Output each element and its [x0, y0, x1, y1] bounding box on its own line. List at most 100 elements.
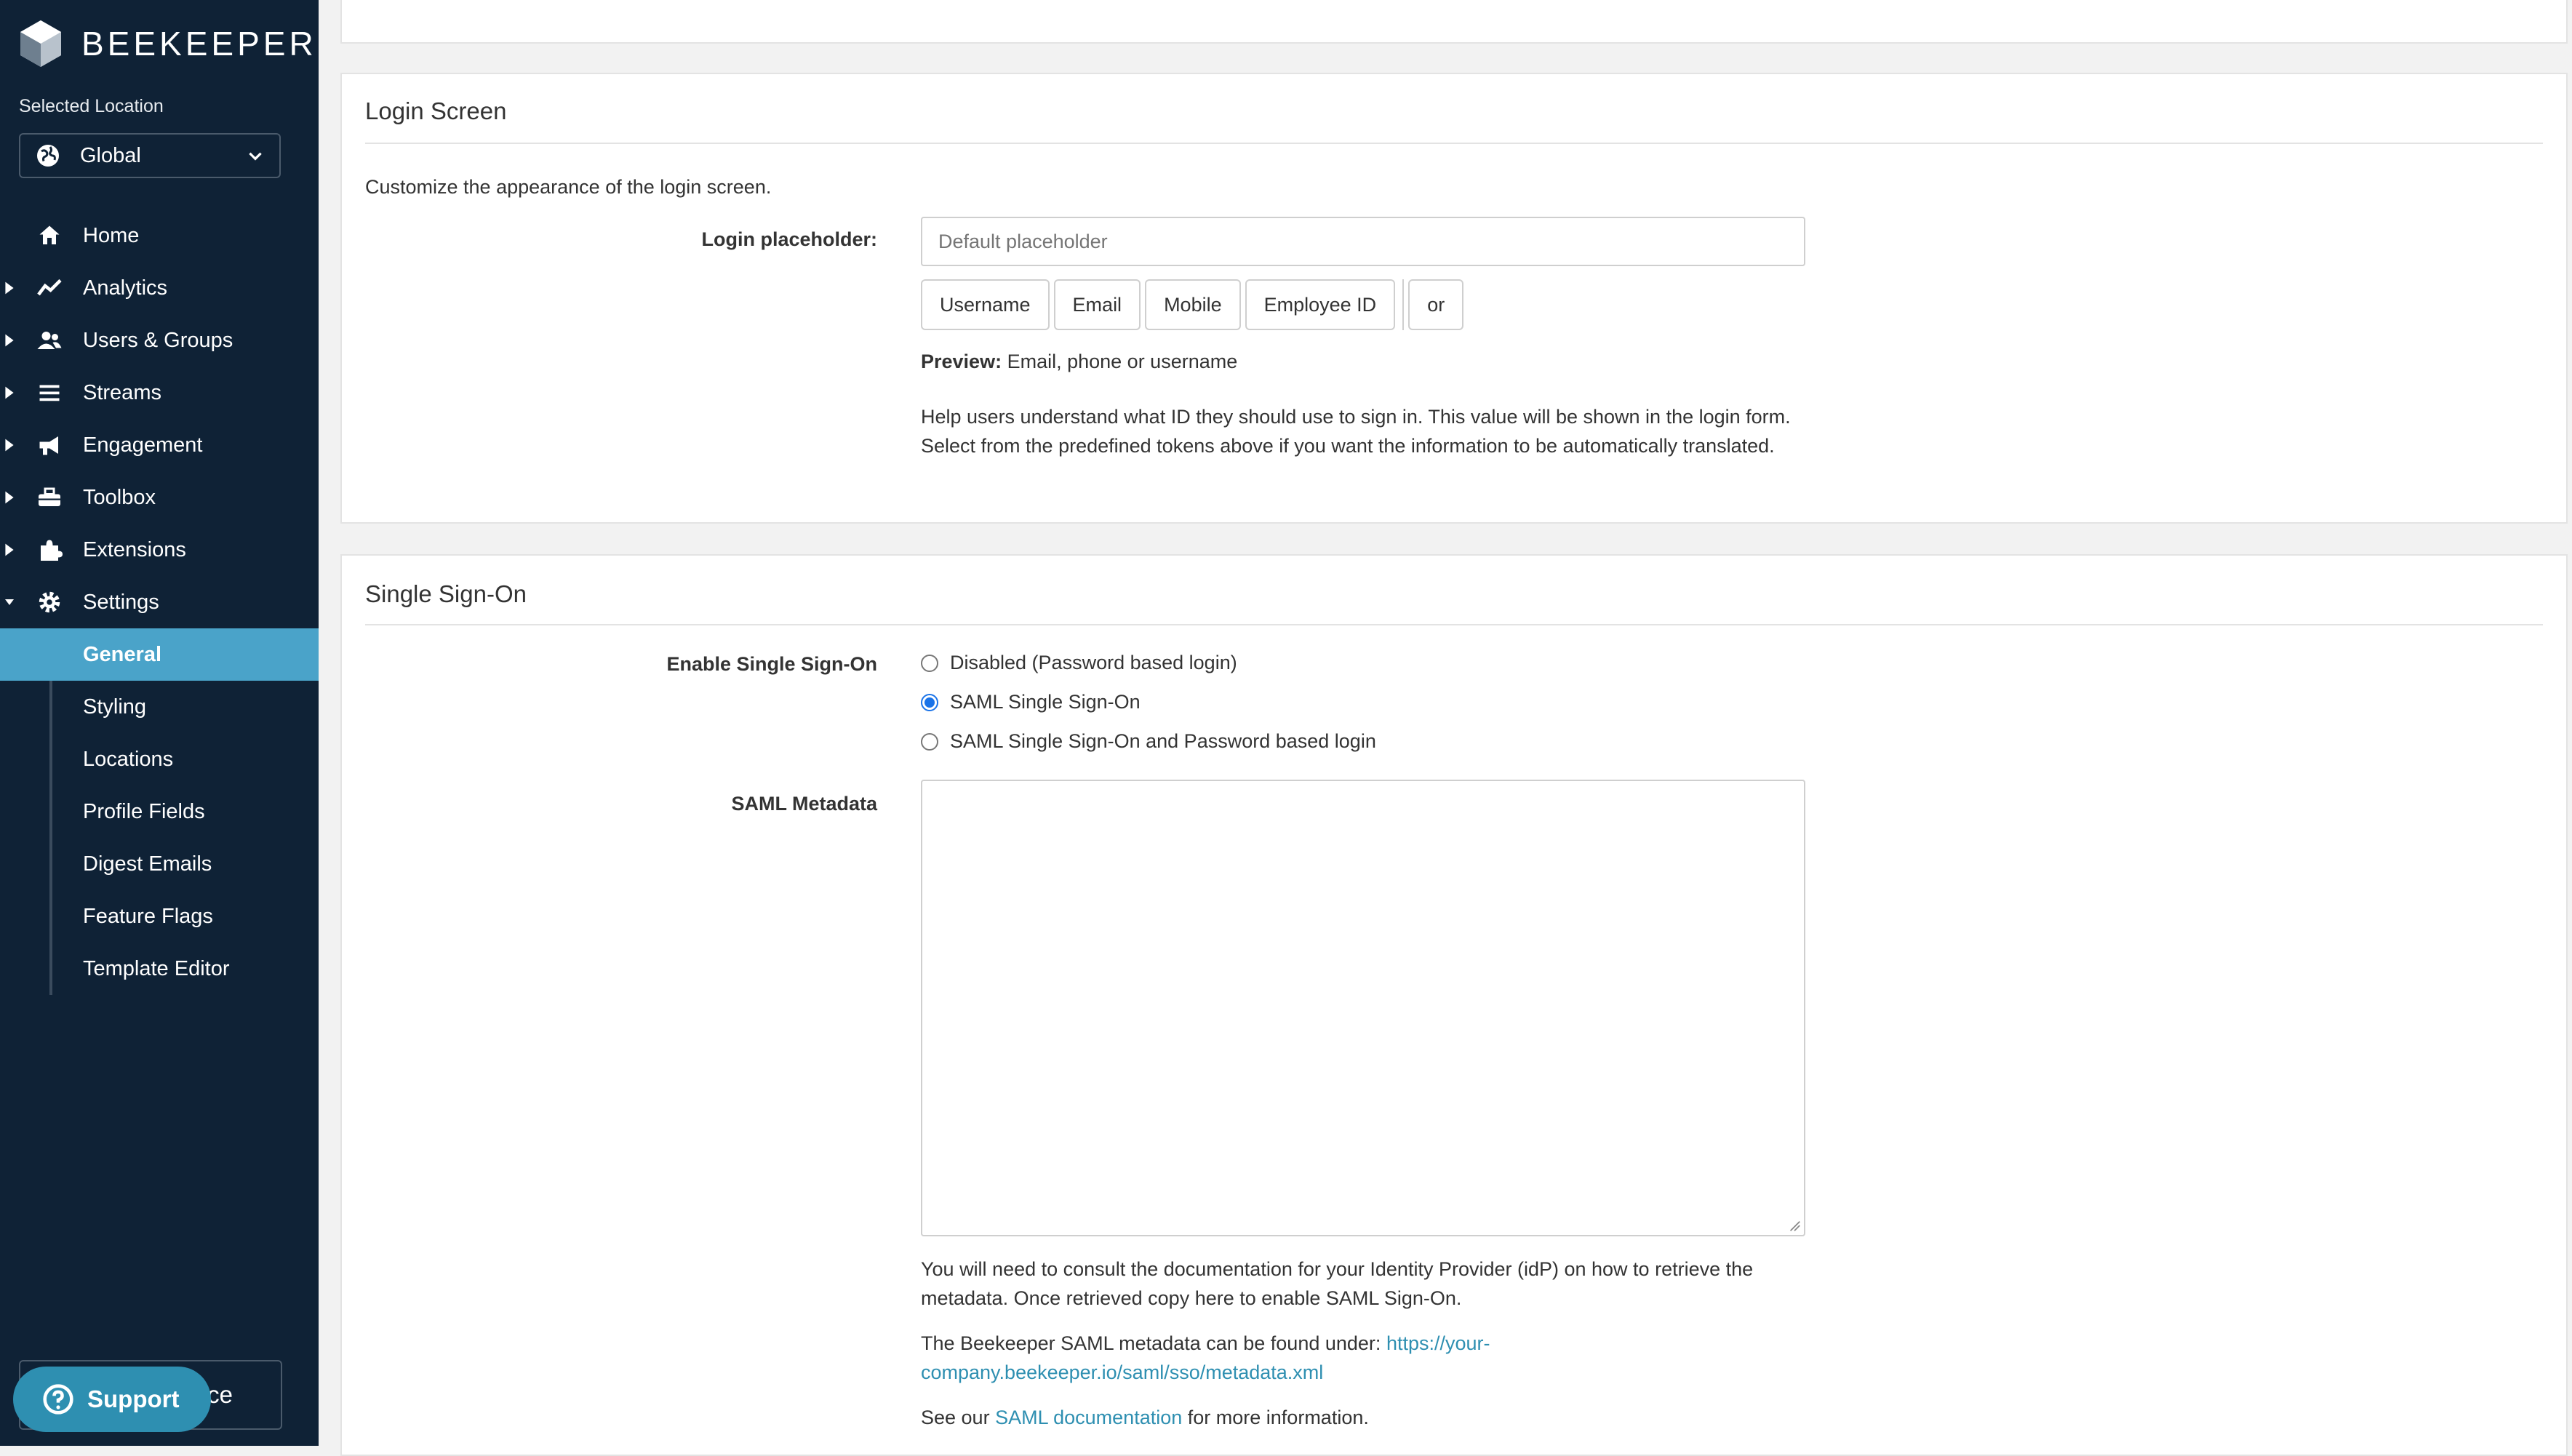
token-employee-id-button[interactable]: Employee ID: [1245, 279, 1396, 330]
sidebar-item-label: Extensions: [83, 537, 186, 561]
sidebar-subitem-label: General: [83, 642, 161, 666]
sidebar-item-label: Users & Groups: [83, 328, 233, 352]
token-or-button[interactable]: or: [1408, 279, 1464, 330]
caret-right-icon: [5, 386, 14, 399]
sidebar-subitem-label: Feature Flags: [83, 904, 213, 928]
token-mobile-button[interactable]: Mobile: [1145, 279, 1241, 330]
sidebar-subitem-template-editor[interactable]: Template Editor: [0, 943, 319, 995]
sidebar-subitem-label: Profile Fields: [83, 799, 205, 823]
login-screen-description: Customize the appearance of the login sc…: [365, 176, 772, 198]
sidebar-subitem-profile-fields[interactable]: Profile Fields: [0, 785, 319, 838]
caret-right-icon: [5, 491, 14, 504]
previous-section-card: [340, 0, 2568, 44]
sidebar-subitem-locations[interactable]: Locations: [0, 733, 319, 785]
location-select[interactable]: Global: [19, 133, 281, 178]
caret-right-icon: [5, 281, 14, 295]
sso-option-label: Disabled (Password based login): [950, 652, 1237, 673]
login-help-line-2: Select from the predefined tokens above …: [921, 435, 1775, 457]
sidebar-subitem-label: Digest Emails: [83, 852, 212, 876]
sidebar-item-home[interactable]: Home: [0, 209, 319, 262]
saml-docs-prefix: See our: [921, 1407, 990, 1428]
sidebar-item-users-groups[interactable]: Users & Groups: [0, 314, 319, 367]
sidebar-subitem-label: Template Editor: [83, 956, 230, 980]
analytics-icon: [37, 279, 62, 296]
location-value: Global: [80, 143, 141, 167]
sso-option-label: SAML Single Sign-On: [950, 691, 1141, 713]
resize-handle-icon[interactable]: [1788, 1219, 1801, 1232]
sidebar-subitem-general[interactable]: General: [0, 628, 319, 681]
radio-button[interactable]: [921, 693, 938, 711]
saml-help-line-2: metadata. Once retrieved copy here to en…: [921, 1287, 1462, 1309]
sidebar-item-streams[interactable]: Streams: [0, 367, 319, 419]
token-email-button[interactable]: Email: [1053, 279, 1141, 330]
sidebar-nav: Home Analytics Users & Groups Streams En…: [0, 209, 319, 995]
saml-docs-suffix: for more information.: [1187, 1407, 1369, 1428]
login-help-line-1: Help users understand what ID they shoul…: [921, 406, 1791, 428]
sidebar-subitem-digest-emails[interactable]: Digest Emails: [0, 838, 319, 890]
sidebar-item-label: Toolbox: [83, 485, 156, 509]
help-circle-icon: [43, 1384, 73, 1415]
brand[interactable]: BEEKEEPER: [19, 19, 317, 68]
saml-help-line-1: You will need to consult the documentati…: [921, 1258, 1754, 1280]
token-button-group: Username Email Mobile Employee ID or: [921, 279, 1468, 330]
gear-icon: [39, 591, 60, 613]
selected-location-label: Selected Location: [19, 96, 164, 116]
saml-metadata-url-link[interactable]: https://your-: [1386, 1332, 1490, 1354]
token-username-button[interactable]: Username: [921, 279, 1050, 330]
sidebar-subitem-label: Styling: [83, 695, 147, 719]
saml-metadata-url-prefix: The Beekeeper SAML metadata can be found…: [921, 1332, 1381, 1354]
beekeeper-logo-icon: [20, 20, 61, 67]
home-icon: [39, 225, 60, 244]
streams-icon: [39, 385, 60, 401]
globe-icon: [37, 145, 59, 167]
sidebar-item-engagement[interactable]: Engagement: [0, 419, 319, 471]
megaphone-icon: [39, 436, 58, 455]
enable-sso-label: Enable Single Sign-On: [666, 653, 877, 675]
sidebar-subitem-feature-flags[interactable]: Feature Flags: [0, 890, 319, 943]
toolbox-icon: [39, 487, 60, 506]
brand-name: BEEKEEPER: [81, 25, 317, 63]
caret-down-icon: [5, 599, 14, 605]
saml-metadata-label: SAML Metadata: [731, 793, 877, 815]
sidebar-item-settings[interactable]: Settings: [0, 576, 319, 628]
sidebar-item-analytics[interactable]: Analytics: [0, 262, 319, 314]
sidebar-subitem-label: Locations: [83, 747, 174, 771]
sso-option-saml[interactable]: SAML Single Sign-On: [921, 691, 1141, 713]
saml-metadata-url-line-2: company.beekeeper.io/saml/sso/metadata.x…: [921, 1361, 1323, 1384]
saml-metadata-url-line-1: The Beekeeper SAML metadata can be found…: [921, 1332, 1490, 1355]
login-screen-card: Login Screen Customize the appearance of…: [340, 73, 2568, 524]
saml-documentation-link[interactable]: SAML documentation: [995, 1407, 1182, 1428]
preview-label: Preview:: [921, 351, 1002, 372]
single-sign-on-card: Single Sign-On Enable Single Sign-On Dis…: [340, 554, 2568, 1456]
sidebar-item-label: Engagement: [83, 433, 203, 457]
caret-right-icon: [5, 439, 14, 452]
saml-docs-line: See our SAML documentation for more info…: [921, 1407, 1369, 1429]
radio-button[interactable]: [921, 654, 938, 672]
settings-subnav: General Styling Locations Profile Fields…: [0, 628, 319, 995]
support-button[interactable]: Support: [13, 1367, 211, 1432]
sso-title: Single Sign-On: [365, 580, 527, 607]
login-screen-title: Login Screen: [365, 97, 507, 124]
caret-right-icon: [5, 334, 14, 347]
sso-option-label: SAML Single Sign-On and Password based l…: [950, 730, 1376, 752]
saml-metadata-url-link-cont[interactable]: company.beekeeper.io/saml/sso/metadata.x…: [921, 1361, 1323, 1383]
sidebar-item-extensions[interactable]: Extensions: [0, 524, 319, 576]
community-label: ce: [207, 1381, 233, 1408]
saml-metadata-textarea[interactable]: [921, 780, 1805, 1236]
radio-button[interactable]: [921, 732, 938, 751]
chevron-down-icon: [249, 152, 262, 161]
sidebar-item-label: Analytics: [83, 276, 168, 300]
support-label: Support: [87, 1385, 180, 1412]
sso-option-saml-and-password[interactable]: SAML Single Sign-On and Password based l…: [921, 730, 1376, 753]
preview-line: Preview: Email, phone or username: [921, 351, 1237, 373]
sso-option-disabled[interactable]: Disabled (Password based login): [921, 652, 1237, 674]
preview-value: Email, phone or username: [1007, 351, 1238, 372]
sidebar-subitem-styling[interactable]: Styling: [0, 681, 319, 733]
puzzle-icon: [41, 540, 63, 561]
login-placeholder-label: Login placeholder:: [701, 228, 877, 250]
sidebar-item-toolbox[interactable]: Toolbox: [0, 471, 319, 524]
login-placeholder-input[interactable]: [921, 217, 1805, 266]
sidebar: BEEKEEPER Selected Location Global Home …: [0, 0, 319, 1446]
caret-right-icon: [5, 543, 14, 556]
sidebar-item-label: Settings: [83, 590, 159, 614]
